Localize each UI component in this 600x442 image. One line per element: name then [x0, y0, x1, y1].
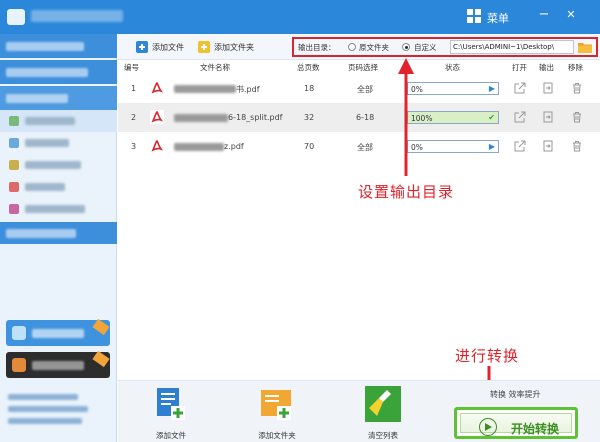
menu-grid-icon[interactable]: [467, 9, 481, 23]
pdf-file-icon: [150, 110, 164, 124]
sidebar-subitem-4[interactable]: [0, 176, 117, 198]
sidebar-subitem-1[interactable]: [0, 110, 117, 132]
trash-icon[interactable]: [571, 82, 583, 94]
table-row[interactable]: 1 书.pdf 18 全部 0% ▶: [118, 74, 600, 103]
progress-bar: 0% ▶: [407, 82, 499, 95]
sidebar-subitem-2[interactable]: [0, 132, 117, 154]
trash-icon[interactable]: [571, 111, 583, 123]
check-icon: ✔: [488, 113, 495, 122]
sidebar: [0, 34, 117, 442]
progress-bar: 100% ✔: [407, 111, 499, 124]
output-directory-group: 输出目录： 原文件夹 自定义 C:\Users\ADMINI~1\Desktop…: [292, 37, 598, 57]
row-filename: z.pdf: [224, 142, 244, 151]
row-range: 全部: [357, 85, 373, 94]
row-pages: 70: [304, 142, 315, 151]
bottom-add-folder-button[interactable]: 添加文件夹: [247, 386, 307, 441]
row-filename: 书.pdf: [236, 85, 260, 94]
sidebar-item-1[interactable]: [0, 34, 117, 58]
app-logo: [7, 9, 25, 25]
filename-obscured: [174, 114, 228, 122]
row-index: 2: [131, 113, 137, 122]
open-icon[interactable]: [514, 111, 526, 123]
open-icon[interactable]: [514, 82, 526, 94]
sidebar-promo-card-1[interactable]: [6, 318, 110, 346]
col-open: 打开: [512, 63, 527, 72]
table-row[interactable]: 2 6-18_split.pdf 32 6-18 100% ✔: [118, 103, 600, 132]
minimize-button[interactable]: −: [535, 6, 553, 24]
add-folder-icon: [198, 41, 210, 53]
close-button[interactable]: ✕: [562, 6, 580, 24]
sidebar-subitem-3[interactable]: [0, 154, 117, 176]
col-output: 输出: [539, 63, 554, 72]
start-convert-button[interactable]: 开始转换: [454, 407, 578, 439]
sidebar-contact-line-2: [8, 406, 88, 412]
title-bar: 菜单 − ✕: [0, 0, 600, 34]
start-convert-label: 开始转换: [511, 422, 560, 436]
filename-obscured: [174, 85, 236, 93]
output-dir-label: 输出目录：: [298, 43, 336, 52]
col-remove: 移除: [568, 63, 583, 72]
col-name: 文件名称: [200, 63, 230, 72]
bottom-bar: 添加文件 添加文件夹 清空列表 转换 效率提升 开始转换: [118, 380, 600, 442]
annotation-set-output: 设置输出目录: [358, 183, 455, 201]
sidebar-subitem-5[interactable]: [0, 198, 117, 220]
row-filename: 6-18_split.pdf: [228, 113, 283, 122]
col-range: 页码选择: [348, 63, 378, 72]
bottom-add-file-label: 添加文件: [156, 431, 186, 440]
row-range: 全部: [357, 143, 373, 152]
row-index: 1: [131, 84, 137, 93]
play-icon[interactable]: ▶: [489, 84, 495, 93]
browse-folder-icon[interactable]: [578, 41, 592, 53]
broom-icon: [365, 386, 401, 422]
bottom-add-file-button[interactable]: 添加文件: [141, 386, 201, 441]
add-file-button[interactable]: 添加文件: [136, 39, 184, 55]
sidebar-contact-line-3: [8, 418, 82, 424]
progress-bar: 0% ▶: [407, 140, 499, 153]
filename-obscured: [174, 143, 224, 151]
menu-button[interactable]: 菜单: [487, 10, 509, 26]
add-folder-button[interactable]: 添加文件夹: [198, 39, 254, 55]
table-row[interactable]: 3 z.pdf 70 全部 0% ▶: [118, 132, 600, 161]
radio-source-folder-label: 原文件夹: [359, 43, 389, 52]
output-folder-icon[interactable]: [542, 140, 554, 152]
add-folder-big-icon: [261, 390, 291, 420]
pdf-file-icon: [150, 139, 164, 153]
radio-source-folder[interactable]: [348, 43, 356, 51]
col-index: 编号: [124, 63, 139, 72]
add-file-big-icon: [157, 388, 185, 420]
sidebar-promo-card-2[interactable]: [6, 350, 110, 378]
trash-icon[interactable]: [571, 140, 583, 152]
table-header: 编号 文件名称 总页数 页码选择 状态 打开 输出 移除: [118, 60, 600, 74]
output-folder-icon[interactable]: [542, 82, 554, 94]
open-icon[interactable]: [514, 140, 526, 152]
add-file-icon: [136, 41, 148, 53]
radio-custom-label: 自定义: [414, 43, 437, 52]
col-pages: 总页数: [297, 63, 320, 72]
clear-list-button[interactable]: 清空列表: [353, 386, 413, 441]
radio-custom[interactable]: [402, 43, 410, 51]
add-folder-label: 添加文件夹: [214, 42, 254, 52]
output-folder-icon[interactable]: [542, 111, 554, 123]
row-range: 6-18: [356, 113, 375, 122]
row-index: 3: [131, 142, 137, 151]
efficiency-tip: 转换 效率提升: [490, 390, 541, 399]
add-file-label: 添加文件: [152, 42, 184, 52]
sidebar-item-3-active[interactable]: [0, 86, 117, 110]
bottom-add-folder-label: 添加文件夹: [258, 431, 296, 440]
play-icon[interactable]: ▶: [489, 142, 495, 151]
clear-list-label: 清空列表: [368, 431, 398, 440]
row-pages: 32: [304, 113, 315, 122]
annotation-convert: 进行转换: [455, 347, 520, 365]
pdf-file-icon: [150, 81, 164, 95]
col-status: 状态: [445, 63, 460, 72]
app-title-obscured: [31, 10, 123, 22]
output-path-input[interactable]: C:\Users\ADMINI~1\Desktop\: [450, 40, 574, 54]
sidebar-item-2[interactable]: [0, 60, 117, 84]
sidebar-item-4[interactable]: [0, 222, 117, 244]
row-pages: 18: [304, 84, 315, 93]
sidebar-contact-line-1: [8, 394, 78, 400]
toolbar: 添加文件 添加文件夹 输出目录： 原文件夹 自定义 C:\Users\ADMIN…: [118, 34, 600, 60]
play-circle-icon: [479, 418, 497, 436]
